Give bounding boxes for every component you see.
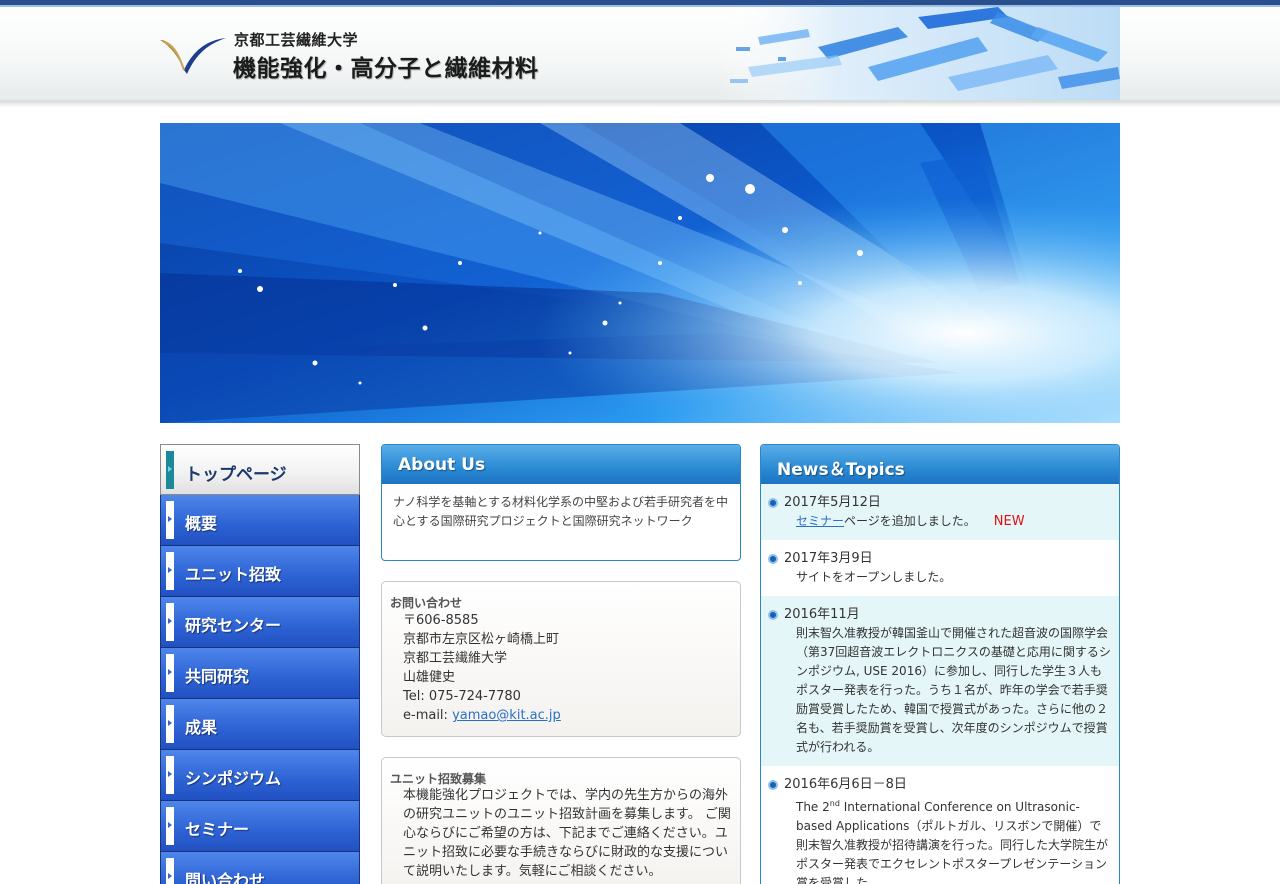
header-decoration	[718, 7, 1120, 100]
postal-code: 〒606-8585	[403, 613, 479, 628]
nav-item-overview[interactable]: 概要	[160, 495, 360, 546]
email-label: e-mail:	[403, 708, 453, 723]
sidebar-nav: トップページ 概要 ユニット招致 研究センター 共同研究 成果 シンポジウム セ…	[160, 444, 360, 884]
seminar-link[interactable]: セミナー	[796, 514, 844, 528]
news-title: News＆Topics	[777, 460, 905, 480]
university-logo-icon[interactable]	[160, 36, 226, 76]
nav-arrow-icon	[166, 501, 174, 539]
nav-item-label: 成果	[185, 718, 218, 737]
news-item: 2016年11月 則末智久准教授が韓国釜山で開催された超音波の国際学会（第37回…	[761, 596, 1119, 766]
recruit-box: ユニット招致募集 本機能強化プロジェクトでは、学内の先生方からの海外の研究ユニッ…	[381, 757, 741, 884]
news-body: サイトをオープンしました。	[796, 570, 952, 584]
nav-item-label: シンポジウム	[185, 769, 282, 788]
news-date: 2016年11月	[784, 607, 860, 622]
nav-item-seminar[interactable]: セミナー	[160, 801, 360, 852]
about-header: About Us	[382, 445, 740, 484]
nav-arrow-icon	[166, 705, 174, 743]
news-item: 2017年5月12日 セミナーページを追加しました。 NEW	[761, 484, 1119, 540]
bullet-icon	[768, 610, 778, 620]
nav-item-unit-invitation[interactable]: ユニット招致	[160, 546, 360, 597]
hero-banner	[160, 123, 1120, 423]
contact-email-row: e-mail: yamao@kit.ac.jp	[403, 706, 561, 725]
nav-item-contact[interactable]: 問い合わせ	[160, 852, 360, 884]
news-item: 2016年6月6日－8日 The 2nd International Confe…	[761, 766, 1119, 884]
bullet-icon	[768, 554, 778, 564]
nav-arrow-icon	[166, 451, 174, 489]
ordinal-suffix: nd	[829, 799, 840, 808]
nav-item-symposium[interactable]: シンポジウム	[160, 750, 360, 801]
news-date: 2017年3月9日	[784, 551, 873, 566]
news-panel: News＆Topics 2017年5月12日 セミナーページを追加しました。 NE…	[760, 444, 1120, 884]
nav-item-label: 研究センター	[185, 616, 282, 635]
address: 京都市左京区松ヶ崎橋上町	[403, 632, 560, 647]
contact-tel: Tel: 075-724-7780	[403, 689, 521, 704]
site-title[interactable]: 機能強化・高分子と繊維材料	[233, 49, 539, 83]
nav-item-label: トップページ	[185, 465, 287, 485]
contact-title: お問い合わせ	[390, 596, 463, 610]
bullet-icon	[768, 498, 778, 508]
news-body: セミナーページを追加しました。 NEW	[796, 512, 1111, 531]
news-body-text: International Conference on Ultrasonic-b…	[796, 800, 1109, 884]
nav-item-top[interactable]: トップページ	[160, 444, 360, 495]
contact-box: お問い合わせ 〒606-8585 京都市左京区松ヶ崎橋上町 京都工芸繊維大学 山…	[381, 581, 741, 737]
nav-arrow-icon	[166, 603, 174, 641]
news-item: 2017年3月9日 サイトをオープンしました。	[761, 540, 1119, 596]
contact-details: 〒606-8585 京都市左京区松ヶ崎橋上町 京都工芸繊維大学 山雄健史 Tel…	[403, 611, 561, 725]
nav-arrow-icon	[166, 654, 174, 692]
nav-item-label: ユニット招致	[185, 565, 282, 584]
contact-person: 山雄健史	[403, 670, 456, 685]
nav-item-joint-research[interactable]: 共同研究	[160, 648, 360, 699]
nav-item-label: セミナー	[185, 820, 250, 839]
news-date: 2017年5月12日	[784, 495, 881, 510]
contact-university: 京都工芸繊維大学	[403, 651, 508, 666]
recruit-text: 本機能強化プロジェクトでは、学内の先生方からの海外の研究ユニットのユニット招致計…	[403, 788, 731, 879]
nav-arrow-icon	[166, 858, 174, 884]
nav-item-label: 問い合わせ	[185, 871, 266, 884]
news-header: News＆Topics	[761, 445, 1119, 484]
nav-item-results[interactable]: 成果	[160, 699, 360, 750]
about-text: ナノ科学を基軸とする材料化学系の中堅および若手研究者を中心とする国際研究プロジェ…	[393, 495, 729, 528]
nav-arrow-icon	[166, 552, 174, 590]
about-title: About Us	[398, 455, 486, 475]
nav-item-label: 共同研究	[185, 667, 250, 686]
news-body: 則末智久准教授が韓国釜山で開催された超音波の国際学会（第37回超音波エレクトロニ…	[796, 626, 1111, 754]
about-panel: About Us ナノ科学を基軸とする材料化学系の中堅および若手研究者を中心とす…	[381, 444, 741, 561]
email-link[interactable]: yamao@kit.ac.jp	[452, 708, 561, 723]
nav-item-research-center[interactable]: 研究センター	[160, 597, 360, 648]
bullet-icon	[768, 780, 778, 790]
nav-arrow-icon	[166, 807, 174, 845]
news-body-text: ページを追加しました。	[844, 514, 976, 528]
new-badge: NEW	[993, 514, 1025, 529]
news-body-pre: The 2	[796, 800, 830, 814]
news-date: 2016年6月6日－8日	[784, 777, 907, 792]
nav-item-label: 概要	[185, 514, 218, 533]
header-shadow	[0, 100, 1280, 108]
nav-arrow-icon	[166, 756, 174, 794]
news-body: The 2nd International Conference on Ultr…	[796, 794, 1111, 884]
university-name: 京都工芸繊維大学	[234, 31, 359, 49]
recruit-title: ユニット招致募集	[390, 772, 487, 786]
